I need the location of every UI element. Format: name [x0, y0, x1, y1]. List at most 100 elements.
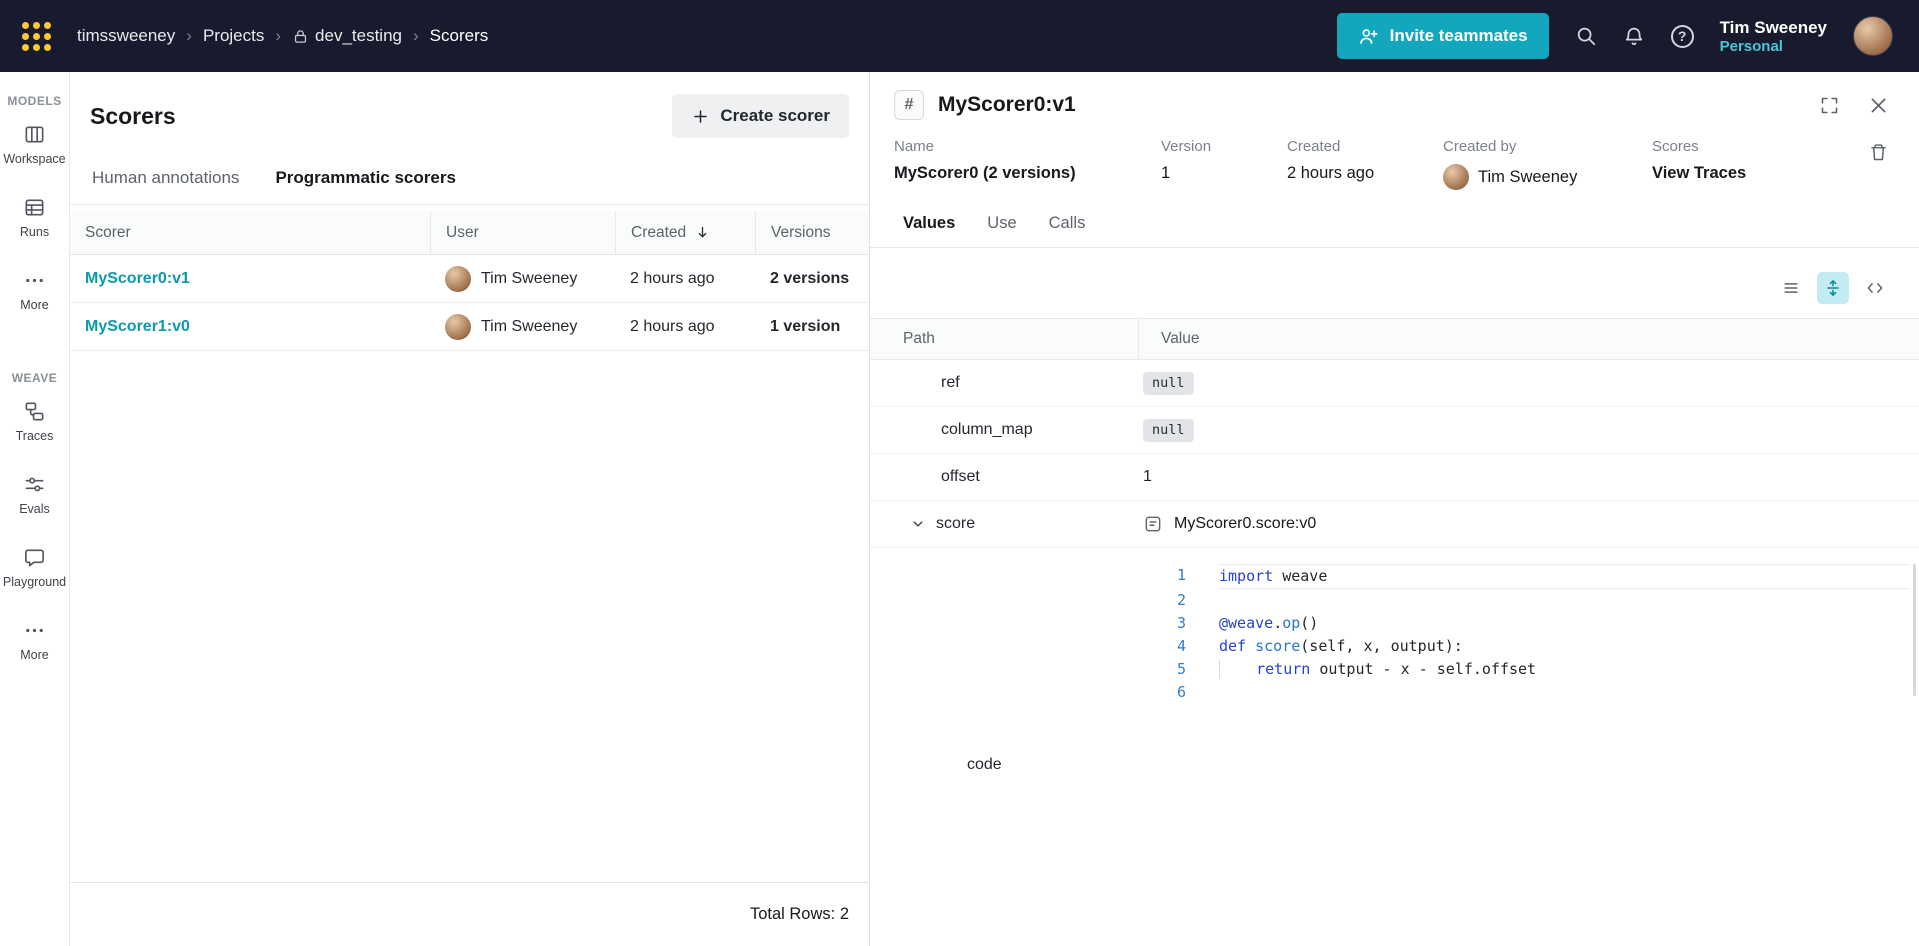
sidebar-item-workspace[interactable]: Workspace: [0, 108, 69, 181]
breadcrumb-project[interactable]: dev_testing: [292, 26, 402, 46]
traces-icon: [23, 400, 46, 423]
sidebar-item-traces[interactable]: Traces: [0, 385, 69, 458]
code-line: 1 import weave: [1138, 564, 1909, 589]
user-cell-name: Tim Sweeney: [481, 269, 578, 287]
detail-title: MyScorer0:v1: [938, 93, 1076, 116]
column-header-scorer[interactable]: Scorer: [70, 211, 430, 254]
code-line: 5 return output - x - self.offset: [1138, 658, 1909, 681]
create-scorer-button[interactable]: Create scorer: [672, 94, 849, 138]
breadcrumb-separator: ›: [186, 26, 192, 45]
column-header-created[interactable]: Created: [615, 211, 755, 254]
meta-createdby-value: Tim Sweeney: [1478, 167, 1578, 186]
meta-created-value: 2 hours ago: [1287, 164, 1375, 182]
code-line: 4 def score(self, x, output):: [1138, 635, 1909, 658]
hash-icon: #: [894, 90, 924, 120]
scorers-tabs: Human annotations Programmatic scorers: [70, 138, 869, 205]
line-number: 1: [1176, 566, 1186, 584]
close-icon[interactable]: [1868, 95, 1889, 116]
table-row[interactable]: MyScorer0:v1 Tim Sweeney 2 hours ago 2 v…: [70, 255, 869, 303]
plus-icon: [691, 107, 710, 126]
score-row-toggle[interactable]: score: [870, 515, 1138, 533]
list-view-icon[interactable]: [1775, 272, 1807, 304]
meta-label: Name: [894, 138, 935, 155]
sidebar-item-playground[interactable]: Playground: [0, 531, 69, 604]
path-cell: offset: [941, 468, 980, 485]
notifications-bell-icon[interactable]: [1623, 25, 1645, 47]
sidebar: MODELS Workspace Runs More WEAVE Traces: [0, 72, 70, 946]
values-table-header: Path Value: [870, 318, 1919, 360]
scorer-link[interactable]: MyScorer1:v0: [85, 318, 190, 335]
null-badge: null: [1143, 371, 1194, 395]
versions-cell: 2 versions: [770, 269, 850, 287]
column-header-user[interactable]: User: [430, 211, 615, 254]
user-avatar[interactable]: [1853, 16, 1893, 56]
column-header-versions[interactable]: Versions: [755, 211, 869, 254]
invite-teammates-label: Invite teammates: [1389, 26, 1528, 45]
fullscreen-icon[interactable]: [1819, 95, 1840, 116]
code-scrollbar[interactable]: [1913, 564, 1916, 696]
tab-calls[interactable]: Calls: [1049, 214, 1086, 247]
sidebar-item-models-more[interactable]: More: [0, 254, 69, 327]
sidebar-item-weave-more[interactable]: More: [0, 604, 69, 677]
code-view-icon[interactable]: [1859, 272, 1891, 304]
create-scorer-label: Create scorer: [720, 106, 830, 125]
op-ref-label: MyScorer0.score:v0: [1174, 515, 1317, 532]
evals-icon: [23, 473, 46, 496]
help-icon[interactable]: ?: [1670, 24, 1694, 48]
playground-chat-icon: [23, 546, 46, 569]
meta-version-value: 1: [1161, 164, 1171, 182]
invite-teammates-button[interactable]: Invite teammates: [1336, 13, 1549, 59]
meta-label: Scores: [1652, 138, 1699, 155]
code-line: 3 @weave.op(): [1138, 612, 1909, 635]
expand-rows-icon[interactable]: [1817, 272, 1849, 304]
view-traces-link[interactable]: View Traces: [1652, 164, 1868, 183]
breadcrumb-page[interactable]: Scorers: [430, 26, 489, 46]
breadcrumb: timssweeney › Projects › dev_testing › S…: [77, 26, 1319, 46]
code-lines: 1 import weave 2 3 @weave.op() 4 def score(sel…: [1138, 564, 1909, 704]
code-text: import weave: [1219, 564, 1909, 589]
sidebar-item-runs[interactable]: Runs: [0, 181, 69, 254]
op-ref-link[interactable]: MyScorer0.score:v0: [1143, 514, 1919, 534]
tab-use[interactable]: Use: [987, 214, 1016, 247]
delete-trash-icon[interactable]: [1868, 142, 1889, 163]
tab-human-annotations[interactable]: Human annotations: [92, 168, 239, 204]
code-text: @weave.op(): [1219, 614, 1319, 632]
breadcrumb-projects[interactable]: Projects: [203, 26, 264, 46]
user-cell-name: Tim Sweeney: [481, 317, 578, 335]
meta-label: Created: [1287, 138, 1341, 155]
wandb-logo[interactable]: [22, 21, 51, 51]
versions-cell: 1 version: [770, 317, 841, 335]
sidebar-item-label: Runs: [19, 225, 50, 239]
code-line: 6: [1138, 681, 1909, 704]
table-row: score MyScorer0.score:v0: [870, 501, 1919, 548]
sidebar-item-label: More: [20, 298, 49, 312]
table-row: column_map null: [870, 407, 1919, 454]
table-row[interactable]: MyScorer1:v0 Tim Sweeney 2 hours ago 1 v…: [70, 303, 869, 351]
sidebar-item-label: Workspace: [3, 152, 66, 166]
user-menu[interactable]: Tim Sweeney Personal: [1720, 19, 1827, 54]
avatar: [445, 265, 471, 292]
sidebar-item-label: More: [20, 648, 49, 662]
tab-programmatic-scorers[interactable]: Programmatic scorers: [275, 168, 455, 204]
table-row: offset 1: [870, 454, 1919, 501]
breadcrumb-user[interactable]: timssweeney: [77, 26, 175, 46]
scorer-link[interactable]: MyScorer0:v1: [85, 270, 190, 287]
line-number: 5: [1176, 660, 1186, 678]
tab-values[interactable]: Values: [903, 214, 955, 247]
created-cell: 2 hours ago: [630, 317, 715, 335]
sidebar-item-evals[interactable]: Evals: [0, 458, 69, 531]
path-cell: score: [936, 515, 976, 532]
user-name: Tim Sweeney: [1719, 17, 1827, 37]
breadcrumb-project-label: dev_testing: [315, 26, 402, 45]
navbar-actions: Invite teammates ? Tim Sweeney Personal: [1336, 13, 1893, 59]
avatar: [445, 313, 471, 340]
chevron-down-icon: [909, 515, 927, 533]
sidebar-item-label: Evals: [19, 502, 50, 516]
total-rows-label: Total Rows: 2: [70, 882, 869, 946]
user-scope: Personal: [1719, 37, 1783, 55]
meta-label: Version: [1161, 138, 1212, 155]
search-icon[interactable]: [1575, 25, 1597, 47]
sort-desc-icon[interactable]: [694, 224, 711, 241]
values-toolbar: [870, 248, 1919, 318]
